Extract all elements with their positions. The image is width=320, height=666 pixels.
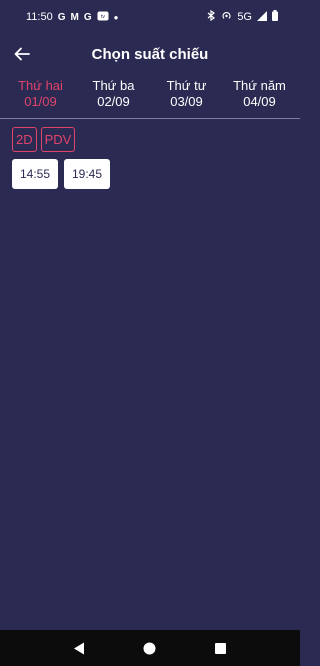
battery-icon xyxy=(272,10,278,24)
date-tab-date: 01/09 xyxy=(24,94,57,109)
circle-home-icon xyxy=(143,642,156,654)
date-tab-monday[interactable]: Thứ hai 01/09 xyxy=(12,78,70,118)
tabs-divider xyxy=(0,118,300,119)
date-tab-date: 04/09 xyxy=(243,94,276,109)
tv-app-icon: tv xyxy=(97,11,109,24)
google-icon-2: G xyxy=(83,11,92,23)
date-tab-date: 03/09 xyxy=(170,94,203,109)
square-recents-icon xyxy=(215,642,227,654)
nav-back-button[interactable] xyxy=(67,636,91,660)
date-tab-day: Thứ ba xyxy=(92,78,135,93)
notification-dot-icon: ● xyxy=(113,12,119,22)
signal-icon xyxy=(257,10,267,24)
format-badge-2d: 2D xyxy=(12,127,37,152)
nav-home-button[interactable] xyxy=(138,636,162,660)
page-title: Chọn suất chiếu xyxy=(91,46,209,63)
gmail-icon: M xyxy=(70,11,79,23)
nav-recents-button[interactable] xyxy=(209,636,233,660)
system-nav-bar xyxy=(0,630,300,666)
showtime-button[interactable]: 19:45 xyxy=(64,159,110,189)
format-row: 2D PDV xyxy=(12,127,76,152)
hotspot-icon xyxy=(221,10,232,24)
date-tab-thursday[interactable]: Thứ năm 04/09 xyxy=(231,78,289,118)
status-right: 5G xyxy=(207,9,278,24)
date-tab-wednesday[interactable]: Thứ tư 03/09 xyxy=(158,78,216,118)
status-left: 11:50 G M G tv ● xyxy=(26,11,118,24)
showtime-button[interactable]: 14:55 xyxy=(12,159,58,189)
date-tabs: Thứ hai 01/09 Thứ ba 02/09 Thứ tư 03/09 … xyxy=(0,78,300,118)
format-badge-pdv: PDV xyxy=(40,127,76,152)
date-tab-day: Thứ hai xyxy=(18,78,63,93)
bluetooth-icon xyxy=(207,9,216,24)
showtimes-row: 14:55 19:45 xyxy=(12,159,110,189)
app-bar: Chọn suất chiếu xyxy=(0,34,300,76)
date-tab-day: Thứ năm xyxy=(233,78,286,93)
network-type: 5G xyxy=(237,11,252,23)
google-icon: G xyxy=(57,11,66,23)
tv-app-icon-label: tv xyxy=(101,14,105,20)
date-tab-day: Thứ tư xyxy=(166,78,207,93)
status-time: 11:50 xyxy=(26,11,53,23)
triangle-back-icon xyxy=(74,642,85,654)
date-tab-tuesday[interactable]: Thứ ba 02/09 xyxy=(85,78,143,118)
status-bar: 11:50 G M G tv ● 5G xyxy=(0,0,300,34)
date-tab-date: 02/09 xyxy=(97,94,130,109)
